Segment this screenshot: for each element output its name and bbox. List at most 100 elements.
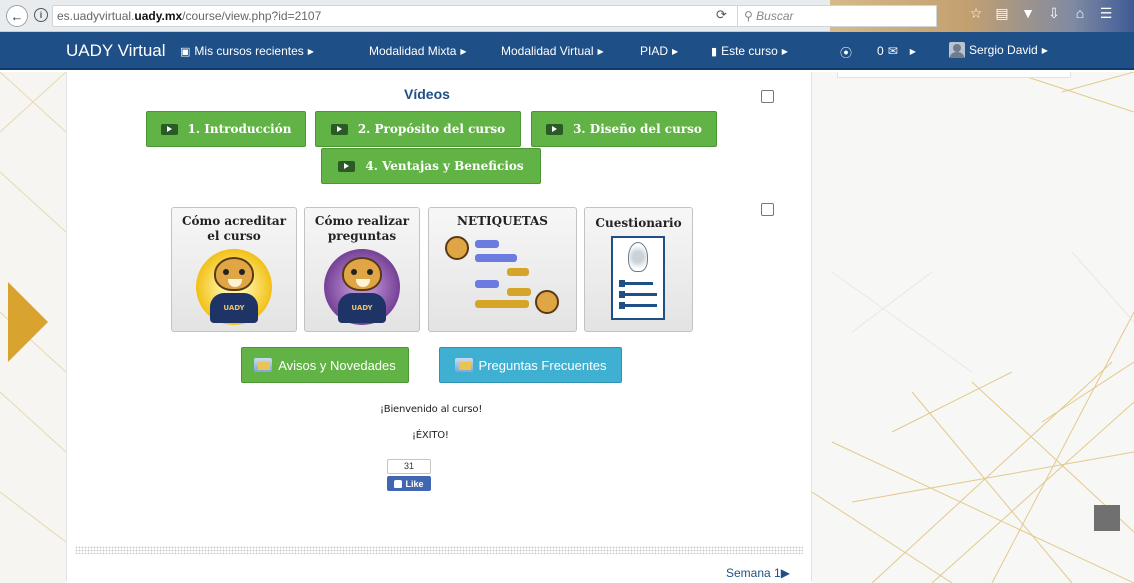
- section-title: Vídeos: [404, 86, 450, 102]
- download-icon[interactable]: ⇩: [1046, 5, 1062, 22]
- video-button-ventajas[interactable]: 4. Ventajas y Beneficios: [321, 148, 541, 184]
- briefcase-icon: ▣: [180, 45, 191, 58]
- facebook-like-widget[interactable]: 31 Like: [387, 459, 431, 492]
- site-navbar: UADY Virtual ▣ Mis cursos recientes ▶ Mo…: [0, 32, 1134, 70]
- mascot-jersey: UADY: [338, 293, 386, 323]
- button-label: 4. Ventajas y Beneficios: [365, 159, 524, 173]
- chat-bubble-bar: [475, 254, 517, 262]
- back-arrow-icon[interactable]: ←: [6, 5, 28, 27]
- menu-icon[interactable]: ☰: [1098, 5, 1114, 22]
- left-background-decoration: [0, 72, 66, 583]
- card-cuestionario[interactable]: Cuestionario: [584, 207, 693, 332]
- next-section-link[interactable]: Semana 1▶: [726, 566, 790, 580]
- card-title: NETIQUETAS: [457, 214, 548, 228]
- like-button[interactable]: Like: [387, 476, 431, 491]
- browser-search-input[interactable]: ⚲ Buscar: [737, 5, 937, 27]
- document-icon: [611, 236, 665, 320]
- completion-checkbox[interactable]: [761, 90, 774, 103]
- url-field[interactable]: es.uadyvirtual.uady.mx/course/view.php?i…: [52, 5, 742, 27]
- button-label: 3. Diseño del curso: [573, 122, 702, 136]
- url-domain: uady.mx: [134, 9, 183, 23]
- button-label: 1. Introducción: [187, 122, 292, 136]
- scroll-to-top-button[interactable]: [1094, 505, 1120, 531]
- nav-item-label: Modalidad Mixta: [369, 44, 457, 58]
- browser-toolbar-icons: ☆ ▤ ▼ ⇩ ⌂ ☰: [968, 5, 1114, 22]
- right-background-decoration: [812, 72, 1134, 583]
- forum-icon: [254, 358, 273, 372]
- url-path: /course/view.php?id=2107: [182, 9, 322, 23]
- geometric-lines-decoration: [812, 72, 1134, 583]
- chat-bubble-bar: [475, 300, 529, 308]
- play-icon: [330, 123, 348, 135]
- play-icon: [338, 160, 356, 172]
- mascot-face: [342, 257, 382, 291]
- notification-icon: ⦿: [840, 46, 853, 60]
- video-button-proposito[interactable]: 2. Propósito del curso: [315, 111, 521, 147]
- caret-right-icon: ▶: [460, 46, 467, 56]
- bookmark-star-icon[interactable]: ☆: [968, 5, 984, 22]
- nav-modalidad-mixta[interactable]: Modalidad Mixta ▶: [369, 44, 467, 58]
- card-title: Cuestionario: [595, 216, 682, 230]
- card-como-realizar-preguntas[interactable]: Cómo realizar preguntas UADY: [304, 207, 420, 332]
- card-title-line: el curso: [207, 229, 261, 243]
- success-text: ¡ÉXITO!: [412, 430, 449, 441]
- nav-modalidad-virtual[interactable]: Modalidad Virtual ▶: [501, 44, 604, 58]
- chat-bubble-bar: [507, 268, 529, 276]
- user-avatar: [949, 42, 965, 58]
- video-button-diseno[interactable]: 3. Diseño del curso: [531, 111, 717, 147]
- nav-item-label: PIAD: [640, 44, 669, 58]
- nav-piad[interactable]: PIAD ▶: [640, 44, 678, 58]
- pocket-icon[interactable]: ▼: [1020, 5, 1036, 22]
- messages-count: 0: [877, 44, 884, 58]
- forum-icon: [454, 358, 473, 372]
- mascot-face: [214, 257, 254, 291]
- caret-right-icon: ▶: [307, 46, 314, 56]
- nav-mis-cursos[interactable]: ▣ Mis cursos recientes ▶: [180, 44, 314, 58]
- nav-notifications[interactable]: ⦿: [840, 44, 852, 61]
- button-label: Preguntas Frecuentes: [478, 357, 607, 373]
- thumbs-up-icon: [394, 479, 403, 488]
- brand-logo[interactable]: UADY Virtual: [66, 41, 166, 61]
- list-line: [619, 291, 657, 298]
- list-line: [619, 302, 657, 309]
- list-line: [619, 280, 653, 287]
- button-label: Avisos y Novedades: [278, 357, 396, 373]
- next-section-label: Semana 1: [726, 566, 781, 580]
- preguntas-frecuentes-button[interactable]: Preguntas Frecuentes: [439, 347, 622, 383]
- user-name: Sergio David: [969, 43, 1038, 57]
- nav-messages[interactable]: 0 ✉ ▶: [877, 44, 916, 58]
- caret-right-icon: ▶: [597, 46, 604, 56]
- site-info-icon[interactable]: i: [34, 8, 48, 22]
- nav-item-label: Mis cursos recientes: [194, 44, 304, 58]
- card-netiquetas[interactable]: NETIQUETAS: [428, 207, 577, 332]
- completion-checkbox[interactable]: [761, 203, 774, 216]
- user-menu[interactable]: Sergio David ▶: [949, 42, 1048, 58]
- caret-right-icon: ▶: [781, 46, 788, 56]
- button-label: 2. Propósito del curso: [357, 122, 506, 136]
- card-title: Cómo acreditar el curso: [172, 214, 296, 244]
- browser-toolbar: ← i es.uadyvirtual.uady.mx/course/view.p…: [0, 0, 1134, 32]
- caret-right-icon: ▶: [1041, 45, 1048, 55]
- book-icon: ▮: [711, 45, 718, 58]
- card-como-acreditar[interactable]: Cómo acreditar el curso UADY: [171, 207, 297, 332]
- home-icon[interactable]: ⌂: [1072, 5, 1088, 22]
- sidebar-block: [837, 72, 1071, 78]
- netiquetas-illustration: [441, 234, 563, 326]
- reading-list-icon[interactable]: ▤: [994, 5, 1010, 22]
- video-button-introduccion[interactable]: 1. Introducción: [146, 111, 306, 147]
- arrow-right-icon: ▶: [780, 566, 790, 580]
- search-icon: ⚲: [744, 9, 753, 23]
- avisos-novedades-button[interactable]: Avisos y Novedades: [241, 347, 409, 383]
- caret-right-icon: ▶: [909, 46, 916, 56]
- card-title-line: Cómo realizar: [314, 214, 410, 228]
- like-count: 31: [387, 459, 431, 474]
- nav-este-curso[interactable]: ▮ Este curso ▶: [711, 44, 788, 58]
- chat-bubble-bar: [475, 240, 499, 248]
- mascot-image: UADY: [324, 249, 400, 325]
- search-placeholder: Buscar: [756, 9, 794, 23]
- envelope-icon: ✉: [887, 44, 898, 58]
- nav-item-label: Este curso: [721, 44, 778, 58]
- card-title: Cómo realizar preguntas: [305, 214, 419, 244]
- reload-icon[interactable]: ⟳: [716, 7, 727, 23]
- play-icon: [160, 123, 178, 135]
